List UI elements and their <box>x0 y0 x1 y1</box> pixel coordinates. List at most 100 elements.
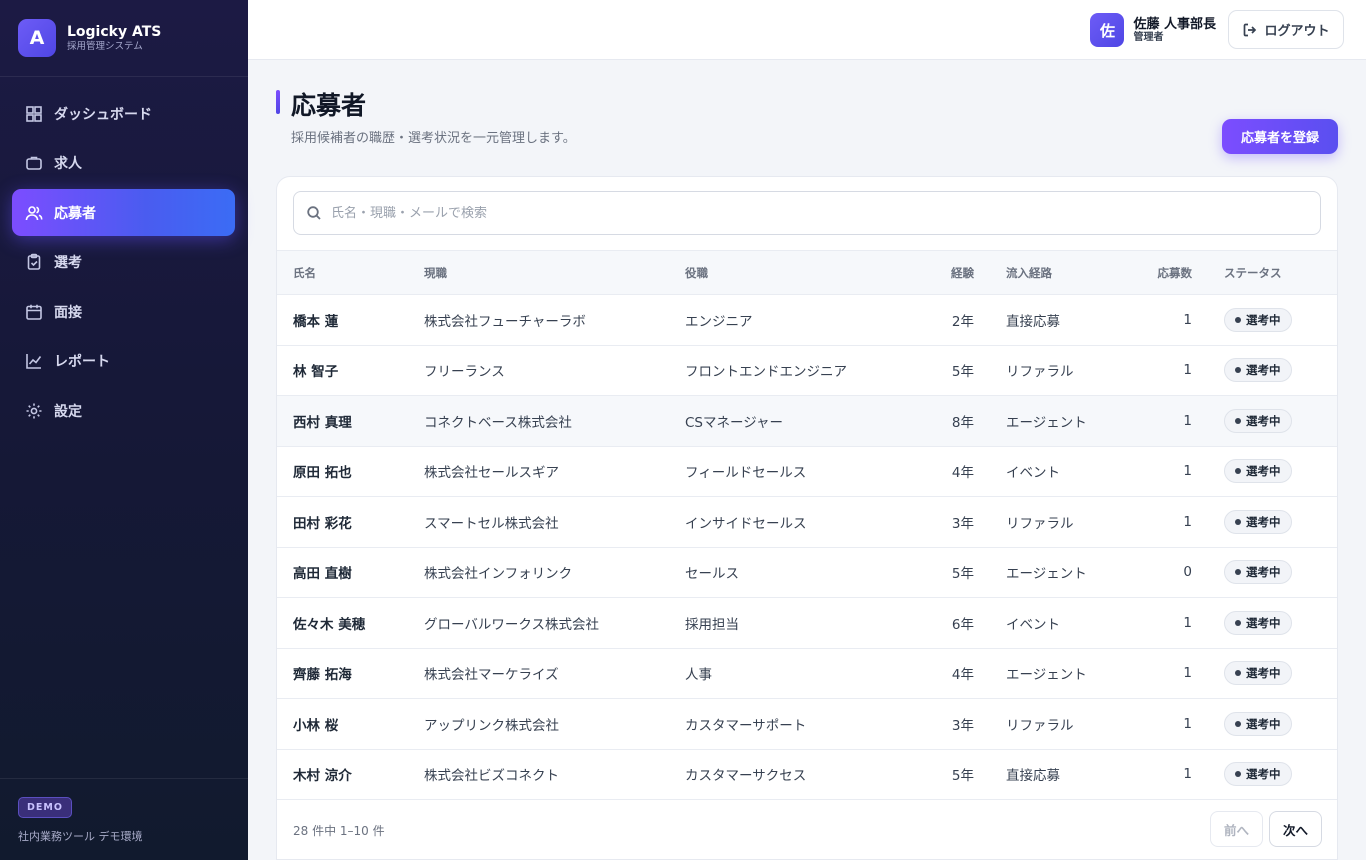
cell-exp: 3年 <box>951 515 974 532</box>
cell-source: イベント <box>1006 616 1060 633</box>
cell-role: フロントエンドエンジニア <box>685 364 847 381</box>
status-text: 選考中 <box>1246 716 1281 731</box>
sidebar-item-selection[interactable]: 選考 <box>12 239 235 286</box>
table-row[interactable]: 小林 桜 アップリンク株式会社 カスタマーサポート 3年 リファラル 1 選考中 <box>277 699 1337 749</box>
cell-apps: 1 <box>1183 766 1192 783</box>
table-row[interactable]: 佐々木 美穂 グローバルワークス株式会社 採用担当 6年 イベント 1 選考中 <box>277 598 1337 648</box>
status-text: 選考中 <box>1246 464 1281 479</box>
cell-apps: 1 <box>1183 715 1192 732</box>
logout-icon <box>1244 23 1257 36</box>
user-role: 管理者 <box>1133 31 1164 43</box>
status-dot-icon <box>1235 417 1241 424</box>
cell-current: 株式会社ビズコネクト <box>424 768 559 785</box>
sidebar-footer: DEMO 社内業務ツール デモ環境 <box>0 778 248 860</box>
avatar: 佐 <box>1090 13 1125 47</box>
prev-page-button[interactable]: 前へ <box>1210 811 1263 847</box>
cell-name: 小林 桜 <box>293 717 339 734</box>
next-page-button[interactable]: 次へ <box>1269 811 1322 847</box>
cell-current: 株式会社セールスギア <box>424 465 559 482</box>
sidebar-item-label: 求人 <box>54 156 82 173</box>
table-row[interactable]: 橋本 蓮 株式会社フューチャーラボ エンジニア 2年 直接応募 1 選考中 <box>277 295 1337 345</box>
cell-apps: 1 <box>1183 412 1192 429</box>
table-row[interactable]: 高田 直樹 株式会社インフォリンク セールス 5年 エージェント 0 選考中 <box>277 547 1337 598</box>
status-text: 選考中 <box>1246 565 1281 580</box>
table-header-row: 氏名 現職 役職 経験 流入経路 応募数 ステータス <box>277 250 1337 295</box>
table-row[interactable]: 西村 真理 コネクトベース株式会社 CSマネージャー 8年 エージェント 1 選… <box>277 395 1337 446</box>
cell-name: 橋本 蓮 <box>293 313 339 330</box>
cell-current: 株式会社フューチャーラボ <box>424 313 586 330</box>
calendar-icon <box>25 303 43 321</box>
status-badge: 選考中 <box>1224 459 1292 484</box>
col-header-role[interactable]: 役職 <box>685 250 918 295</box>
sidebar-item-applicants[interactable]: 応募者 <box>12 189 235 237</box>
cell-apps: 1 <box>1183 463 1192 480</box>
status-dot-icon <box>1235 619 1241 626</box>
page-subtitle: 採用候補者の職歴・選考状況を一元管理します。 <box>291 131 576 146</box>
sidebar-item-settings[interactable]: 設定 <box>12 388 235 435</box>
table-row[interactable]: 林 智子 フリーランス フロントエンドエンジニア 5年 リファラル 1 選考中 <box>277 345 1337 396</box>
cell-role: セールス <box>685 566 739 583</box>
sidebar-item-label: 選考 <box>54 255 82 272</box>
status-text: 選考中 <box>1246 666 1281 681</box>
table-row[interactable]: 木村 涼介 株式会社ビズコネクト カスタマーサクセス 5年 直接応募 1 選考中 <box>277 749 1337 800</box>
cell-name: 田村 彩花 <box>293 515 352 532</box>
col-header-name[interactable]: 氏名 <box>277 250 424 295</box>
col-header-current[interactable]: 現職 <box>424 250 685 295</box>
logout-button[interactable]: ログアウト <box>1228 10 1344 49</box>
cell-role: カスタマーサクセス <box>685 768 807 785</box>
status-text: 選考中 <box>1246 514 1281 529</box>
dashboard-icon <box>25 105 43 123</box>
cell-name: 原田 拓也 <box>293 465 352 482</box>
col-header-source[interactable]: 流入経路 <box>974 250 1097 295</box>
cell-name: 西村 真理 <box>293 414 352 431</box>
table-row[interactable]: 田村 彩花 スマートセル株式会社 インサイドセールス 3年 リファラル 1 選考… <box>277 497 1337 547</box>
cell-exp: 2年 <box>951 313 974 330</box>
col-header-exp[interactable]: 経験 <box>918 250 974 295</box>
cell-apps: 1 <box>1183 362 1192 379</box>
cell-source: エージェント <box>1006 667 1087 684</box>
cell-current: グローバルワークス株式会社 <box>424 616 599 633</box>
status-text: 選考中 <box>1246 312 1281 327</box>
sidebar-item-reports[interactable]: レポート <box>12 338 235 385</box>
sidebar-item-jobs[interactable]: 求人 <box>12 140 235 187</box>
search-box[interactable] <box>293 191 1321 235</box>
sidebar-item-interviews[interactable]: 面接 <box>12 288 235 335</box>
briefcase-icon <box>25 154 43 172</box>
cell-role: フィールドセールス <box>685 465 807 482</box>
table-row[interactable]: 齊藤 拓海 株式会社マーケライズ 人事 4年 エージェント 1 選考中 <box>277 648 1337 699</box>
cell-exp: 3年 <box>951 717 974 734</box>
cell-source: リファラル <box>1006 364 1074 381</box>
cell-name: 木村 涼介 <box>293 768 352 785</box>
sidebar-item-label: 応募者 <box>54 205 96 222</box>
cell-source: 直接応募 <box>1006 768 1060 785</box>
applicants-card: 氏名 現職 役職 経験 流入経路 応募数 ステータス 橋本 蓮 株式会社フューチ… <box>276 176 1338 860</box>
clipboard-icon <box>25 253 43 271</box>
status-badge: 選考中 <box>1224 610 1292 635</box>
brand[interactable]: A Logicky ATS 採用管理システム <box>0 0 248 77</box>
demo-badge: DEMO <box>18 797 72 818</box>
title-accent-bar <box>276 90 280 114</box>
user-menu[interactable]: 佐 佐藤 人事部長 管理者 <box>1090 13 1216 47</box>
cell-exp: 5年 <box>951 364 974 381</box>
sidebar-item-dashboard[interactable]: ダッシュボード <box>12 90 235 137</box>
register-applicant-button[interactable]: 応募者を登録 <box>1222 119 1338 154</box>
status-badge: 選考中 <box>1224 307 1292 332</box>
cell-role: CSマネージャー <box>685 414 784 431</box>
cell-role: エンジニア <box>685 313 753 330</box>
sidebar-item-label: 設定 <box>54 404 82 421</box>
table-row[interactable]: 原田 拓也 株式会社セールスギア フィールドセールス 4年 イベント 1 選考中 <box>277 446 1337 497</box>
cell-exp: 5年 <box>951 768 974 785</box>
status-dot-icon <box>1235 518 1241 525</box>
users-icon <box>25 204 43 222</box>
search-input[interactable] <box>331 205 1291 221</box>
applicants-table: 氏名 現職 役職 経験 流入経路 応募数 ステータス 橋本 蓮 株式会社フューチ… <box>277 250 1337 800</box>
cell-apps: 1 <box>1183 665 1192 682</box>
cell-exp: 4年 <box>951 465 974 482</box>
cell-current: 株式会社マーケライズ <box>424 667 559 684</box>
cell-apps: 1 <box>1183 311 1192 328</box>
col-header-status[interactable]: ステータス <box>1192 250 1337 295</box>
chart-icon <box>25 352 43 370</box>
status-badge: 選考中 <box>1224 560 1292 585</box>
cell-current: 株式会社インフォリンク <box>424 566 573 583</box>
col-header-apps[interactable]: 応募数 <box>1097 250 1192 295</box>
